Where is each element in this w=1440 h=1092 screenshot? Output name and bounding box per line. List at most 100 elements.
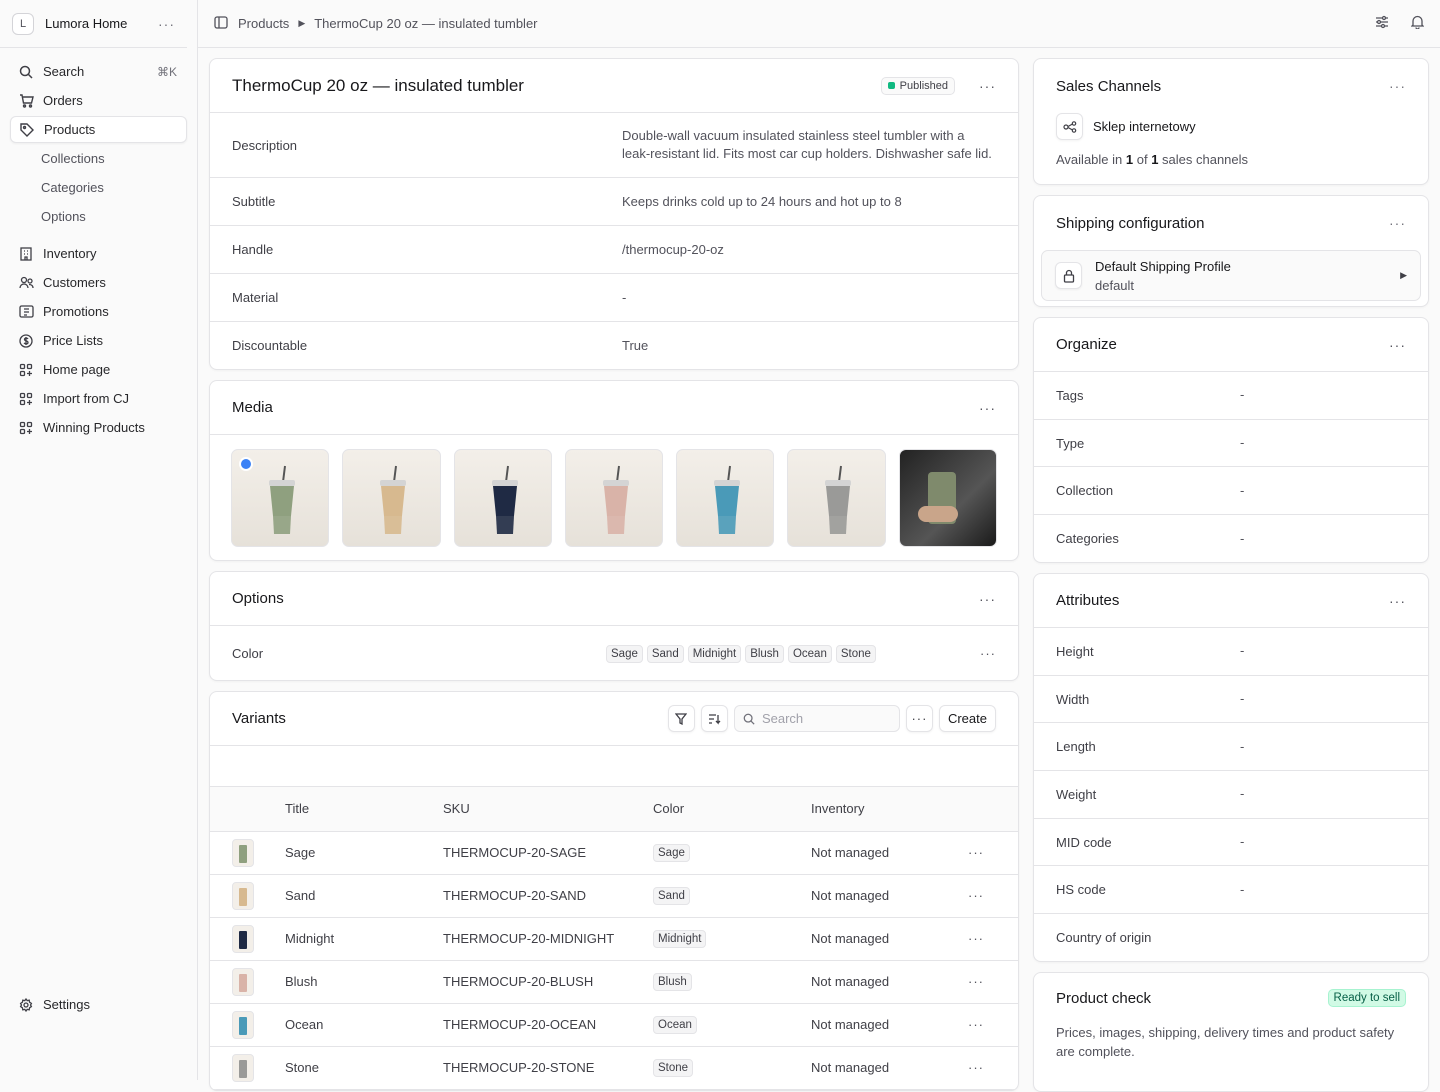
table-row[interactable]: Sage THERMOCUP-20-SAGE Sage Not managed ··· <box>210 831 1018 875</box>
media-thumbnail[interactable] <box>898 449 997 547</box>
nav-orders[interactable]: Orders <box>10 87 187 114</box>
media-thumbnail[interactable] <box>564 449 664 547</box>
row-more-icon[interactable]: ··· <box>968 1046 1018 1090</box>
media-thumbnail[interactable] <box>342 449 441 547</box>
filter-icon[interactable] <box>667 705 695 732</box>
nav-price-lists[interactable]: Price Lists <box>10 327 187 354</box>
variant-color-chip: Ocean <box>653 1015 697 1034</box>
search-placeholder: Search <box>761 711 804 726</box>
row-more-icon[interactable]: ··· <box>968 1003 1018 1047</box>
more-icon[interactable]: ··· <box>979 591 996 607</box>
attribute-row: Country of origin <box>1034 914 1428 961</box>
variant-thumbnail <box>232 1053 254 1082</box>
channel-name[interactable]: Sklep internetowy <box>1093 119 1196 134</box>
grid-icon <box>18 420 34 436</box>
field-value: Keeps drinks cold up to 24 hours and hot… <box>622 193 902 209</box>
sliders-icon[interactable] <box>1375 15 1389 32</box>
nav-categories[interactable]: Categories <box>10 174 187 201</box>
breadcrumb-current: ThermoCup 20 oz — insulated tumbler <box>314 16 538 31</box>
attribute-value: - <box>1240 691 1245 707</box>
attribute-label: Length <box>1056 739 1096 755</box>
col-color: Color <box>653 787 811 832</box>
breadcrumb-products[interactable]: Products <box>238 16 289 31</box>
table-row[interactable]: Sand THERMOCUP-20-SAND Sand Not managed ··· <box>210 874 1018 918</box>
nav-home-page[interactable]: Home page <box>10 356 187 383</box>
attribute-value: - <box>1240 738 1245 754</box>
more-icon[interactable]: ··· <box>1389 216 1406 230</box>
row-more-icon[interactable]: ··· <box>968 831 1018 875</box>
media-thumbnail[interactable] <box>453 449 552 547</box>
attribute-row: Type - <box>1034 420 1428 468</box>
variant-thumbnail <box>232 838 254 867</box>
profile-name: Default Shipping Profile <box>1095 258 1231 274</box>
variant-color-chip: Midnight <box>653 929 707 948</box>
create-button[interactable]: Create <box>938 705 996 732</box>
more-icon[interactable]: ··· <box>1389 337 1406 353</box>
table-row[interactable]: Stone THERMOCUP-20-STONE Stone Not managed ·… <box>210 1046 1018 1090</box>
nav-options[interactable]: Options <box>10 203 187 230</box>
variant-search-input[interactable]: Search <box>733 705 900 732</box>
store-menu-icon[interactable]: ··· <box>158 17 175 31</box>
section-title: Media <box>232 399 273 416</box>
nav-label: Collections <box>41 151 105 166</box>
nav-settings[interactable]: Settings <box>10 991 188 1018</box>
option-row: Color Sage Sand Midnight Blush Ocean Stone ··… <box>210 626 1018 680</box>
variant-title: Ocean <box>285 1003 443 1047</box>
more-icon[interactable]: ··· <box>1389 79 1406 93</box>
media-thumbnail[interactable] <box>676 449 775 547</box>
table-row[interactable]: Ocean THERMOCUP-20-OCEAN Ocean Not managed ·… <box>210 1003 1018 1047</box>
nav-inventory[interactable]: Inventory <box>10 240 187 267</box>
bell-icon[interactable] <box>1410 15 1425 32</box>
section-title: Organize <box>1056 336 1117 353</box>
section-title: Attributes <box>1056 592 1120 609</box>
more-icon[interactable]: ··· <box>979 400 996 416</box>
row-more-icon[interactable]: ··· <box>968 874 1018 918</box>
nav-search[interactable]: Search ⌘K <box>10 58 187 85</box>
col-sku: SKU <box>443 787 653 832</box>
attribute-label: Categories <box>1056 531 1119 547</box>
variant-color-chip: Sand <box>653 886 690 905</box>
option-value-chip: Sage <box>606 644 643 663</box>
chevron-right-icon: ▶ <box>1400 270 1407 280</box>
attribute-label: Type <box>1056 435 1085 451</box>
variant-sku: THERMOCUP-20-OCEAN <box>443 1003 653 1047</box>
variant-sku: THERMOCUP-20-SAGE <box>443 831 653 875</box>
grid-icon <box>18 391 34 407</box>
attribute-label: MID code <box>1056 834 1112 850</box>
option-value-chip: Blush <box>745 644 784 663</box>
media-thumbnail[interactable] <box>231 449 330 547</box>
field-value: Double-wall vacuum insulated stainless s… <box>622 128 992 161</box>
table-row[interactable]: Blush THERMOCUP-20-BLUSH Blush Not managed ·… <box>210 960 1018 1004</box>
section-title: Shipping configuration <box>1056 214 1205 232</box>
more-icon[interactable]: ··· <box>979 78 996 94</box>
variant-inventory: Not managed <box>811 1003 968 1047</box>
media-thumbnail[interactable] <box>787 449 886 547</box>
more-icon[interactable]: ··· <box>980 646 996 661</box>
shortcut-hint: ⌘K <box>156 64 177 79</box>
col-inventory: Inventory <box>811 787 968 832</box>
nav-winning-products[interactable]: Winning Products <box>10 414 187 441</box>
nav-import-cj[interactable]: Import from CJ <box>10 385 187 412</box>
field-handle: Handle/thermocup-20-oz <box>210 226 1018 274</box>
nav-products[interactable]: Products <box>10 116 187 143</box>
search-icon <box>743 713 755 725</box>
nav-collections[interactable]: Collections <box>10 145 187 172</box>
more-icon[interactable]: ··· <box>1389 593 1406 609</box>
option-value-chip: Stone <box>835 644 876 663</box>
organize-card: Organize ··· Tags - Type - Collection - Categor… <box>1033 317 1429 563</box>
attribute-value: - <box>1240 643 1245 659</box>
sort-icon[interactable] <box>700 705 728 732</box>
nav-customers[interactable]: Customers <box>10 269 187 296</box>
nav-promotions[interactable]: Promotions <box>10 298 187 325</box>
variant-title: Sand <box>285 874 443 918</box>
row-more-icon[interactable]: ··· <box>968 960 1018 1004</box>
sidebar-toggle-icon[interactable] <box>214 15 228 32</box>
more-icon[interactable]: ··· <box>905 705 933 732</box>
row-more-icon[interactable]: ··· <box>968 917 1018 961</box>
store-switcher[interactable]: L Lumora Home ··· <box>0 0 187 48</box>
shipping-profile-item[interactable]: Default Shipping Profile default ▶ <box>1041 250 1421 301</box>
nav-label: Products <box>44 122 96 137</box>
table-row[interactable]: Midnight THERMOCUP-20-MIDNIGHT Midnight Not… <box>210 917 1018 961</box>
nav-label: Home page <box>43 362 111 377</box>
attribute-value: - <box>1240 786 1245 802</box>
